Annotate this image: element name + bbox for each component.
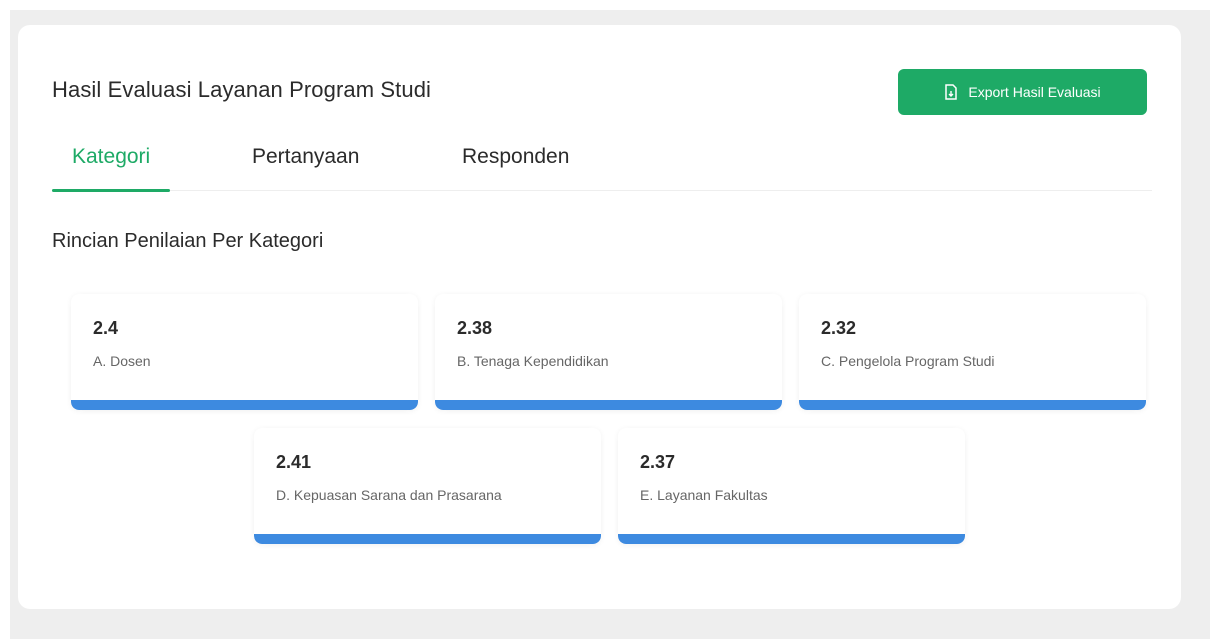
category-progress-bar <box>71 400 418 410</box>
category-card-pengelola-program-studi: 2.32 C. Pengelola Program Studi <box>799 294 1146 410</box>
category-progress-fill <box>618 534 965 544</box>
category-score: 2.41 <box>276 452 312 472</box>
category-name: D. Kepuasan Sarana dan Prasarana <box>276 487 502 503</box>
category-name: C. Pengelola Program Studi <box>821 353 995 369</box>
category-progress-fill <box>435 400 782 410</box>
category-name: A. Dosen <box>93 353 151 369</box>
category-card-layanan-fakultas: 2.37 E. Layanan Fakultas <box>618 428 965 544</box>
section-title: Rincian Penilaian Per Kategori <box>52 230 324 252</box>
file-export-icon <box>944 84 958 100</box>
category-score: 2.4 <box>93 318 119 338</box>
category-progress-bar <box>799 400 1146 410</box>
tab-pertanyaan[interactable]: Pertanyaan <box>252 145 359 191</box>
category-progress-fill <box>71 400 418 410</box>
category-card-sarana-prasarana: 2.41 D. Kepuasan Sarana dan Prasarana <box>254 428 601 544</box>
category-name: E. Layanan Fakultas <box>640 487 768 503</box>
export-button-label: Export Hasil Evaluasi <box>968 84 1101 100</box>
tab-responden[interactable]: Responden <box>462 145 569 191</box>
export-button[interactable]: Export Hasil Evaluasi <box>898 69 1147 115</box>
category-score: 2.38 <box>457 318 493 338</box>
tab-bar: Kategori Pertanyaan Responden <box>51 135 1152 192</box>
category-progress-fill <box>799 400 1146 410</box>
tab-kategori[interactable]: Kategori <box>51 145 171 192</box>
page-title: Hasil Evaluasi Layanan Program Studi <box>52 77 432 102</box>
category-score: 2.32 <box>821 318 857 338</box>
category-score: 2.37 <box>640 452 676 472</box>
evaluation-panel: Hasil Evaluasi Layanan Program Studi Exp… <box>18 25 1181 609</box>
category-name: B. Tenaga Kependidikan <box>457 353 609 369</box>
category-progress-bar <box>254 534 601 544</box>
category-progress-bar <box>435 400 782 410</box>
category-card-dosen: 2.4 A. Dosen <box>71 294 418 410</box>
category-progress-fill <box>254 534 601 544</box>
category-card-tenaga-kependidikan: 2.38 B. Tenaga Kependidikan <box>435 294 782 410</box>
category-progress-bar <box>618 534 965 544</box>
